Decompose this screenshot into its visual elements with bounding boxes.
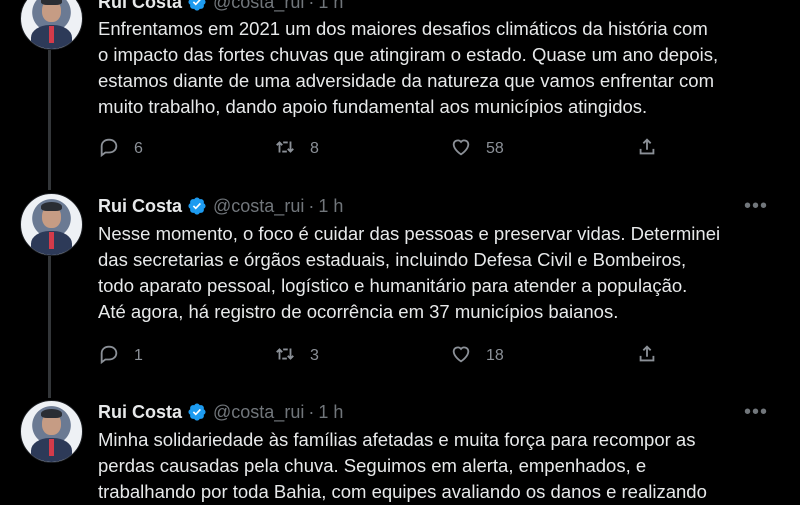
tweet-text-line: perdas causadas pela chuva. Seguimos em … [98, 455, 647, 476]
more-options-button[interactable]: ••• [744, 193, 768, 219]
tweet-text-line: Minha solidariedade às famílias afetadas… [98, 429, 696, 450]
timestamp[interactable]: 1 h [318, 196, 343, 217]
like-icon [450, 343, 472, 370]
separator: · [308, 0, 315, 12]
tweet-header: Rui Costa @costa_rui · 1 h [98, 0, 343, 15]
more-options-icon: ••• [743, 194, 768, 217]
like-icon [450, 136, 472, 163]
share-icon [636, 343, 658, 370]
more-options-icon: ••• [743, 400, 768, 423]
tweet-text-line: Até agora, há registro de ocorrência em … [98, 301, 619, 322]
author-handle[interactable]: @costa_rui [213, 196, 304, 217]
reply-icon [98, 136, 120, 163]
tweet[interactable]: Rui Costa @costa_rui · 1 h ••• Minha sol… [0, 394, 800, 502]
tweet-header: Rui Costa @costa_rui · 1 h [98, 193, 343, 219]
tweet-actions: 6 8 58 [98, 136, 678, 162]
timestamp[interactable]: 1 h [318, 0, 343, 13]
reply-icon [98, 343, 120, 370]
more-options-button[interactable]: ••• [744, 399, 768, 425]
share-button[interactable] [636, 343, 658, 370]
reply-button[interactable]: 1 [98, 343, 143, 370]
retweet-count: 8 [310, 140, 319, 157]
verified-badge-icon [187, 402, 207, 422]
tweet-text-line: o impacto das fortes chuvas que atingira… [98, 44, 719, 65]
verified-badge-icon [187, 0, 207, 12]
tweet-header: Rui Costa @costa_rui · 1 h [98, 399, 343, 425]
tweet-actions: 1 3 18 [98, 343, 678, 369]
tweet-text: Nesse momento, o foco é cuidar das pesso… [98, 221, 778, 325]
tweet-text-line: das secretarias e órgãos estaduais, incl… [98, 249, 687, 270]
tweet-text-line: Nesse momento, o foco é cuidar das pesso… [98, 223, 721, 244]
avatar[interactable] [20, 0, 83, 50]
reply-count: 1 [134, 347, 143, 364]
like-button[interactable]: 58 [450, 136, 504, 163]
retweet-button[interactable]: 3 [274, 343, 319, 370]
tweet-text-line: todo aparato pessoal, logístico e humani… [98, 275, 688, 296]
tweet-text-line: Enfrentamos em 2021 um dos maiores desaf… [98, 18, 708, 39]
share-button[interactable] [636, 136, 658, 163]
retweet-icon [274, 343, 296, 370]
separator: · [308, 195, 315, 216]
avatar[interactable] [20, 193, 83, 256]
author-name[interactable]: Rui Costa [98, 196, 182, 217]
author-handle[interactable]: @costa_rui [213, 402, 304, 423]
tweet-text-line: trabalhando por toda Bahia, com equipes … [98, 481, 707, 502]
verified-badge-icon [187, 196, 207, 216]
tweet-text: Enfrentamos em 2021 um dos maiores desaf… [98, 16, 778, 120]
like-count: 58 [486, 140, 504, 157]
avatar[interactable] [20, 400, 83, 463]
share-icon [636, 136, 658, 163]
author-handle[interactable]: @costa_rui [213, 0, 304, 13]
tweet[interactable]: Rui Costa @costa_rui · 1 h Enfrentamos e… [0, 0, 800, 186]
retweet-count: 3 [310, 347, 319, 364]
retweet-button[interactable]: 8 [274, 136, 319, 163]
reply-button[interactable]: 6 [98, 136, 143, 163]
author-name[interactable]: Rui Costa [98, 402, 182, 423]
separator: · [308, 401, 315, 422]
retweet-icon [274, 136, 296, 163]
tweet-text-line: muito trabalho, dando apoio fundamental … [98, 96, 648, 117]
tweet[interactable]: Rui Costa @costa_rui · 1 h ••• Nesse mom… [0, 186, 800, 394]
tweet-text: Minha solidariedade às famílias afetadas… [98, 427, 778, 505]
like-button[interactable]: 18 [450, 343, 504, 370]
tweet-text-line: estamos diante de uma adversidade da nat… [98, 70, 715, 91]
reply-count: 6 [134, 140, 143, 157]
author-name[interactable]: Rui Costa [98, 0, 182, 13]
timestamp[interactable]: 1 h [318, 402, 343, 423]
like-count: 18 [486, 347, 504, 364]
